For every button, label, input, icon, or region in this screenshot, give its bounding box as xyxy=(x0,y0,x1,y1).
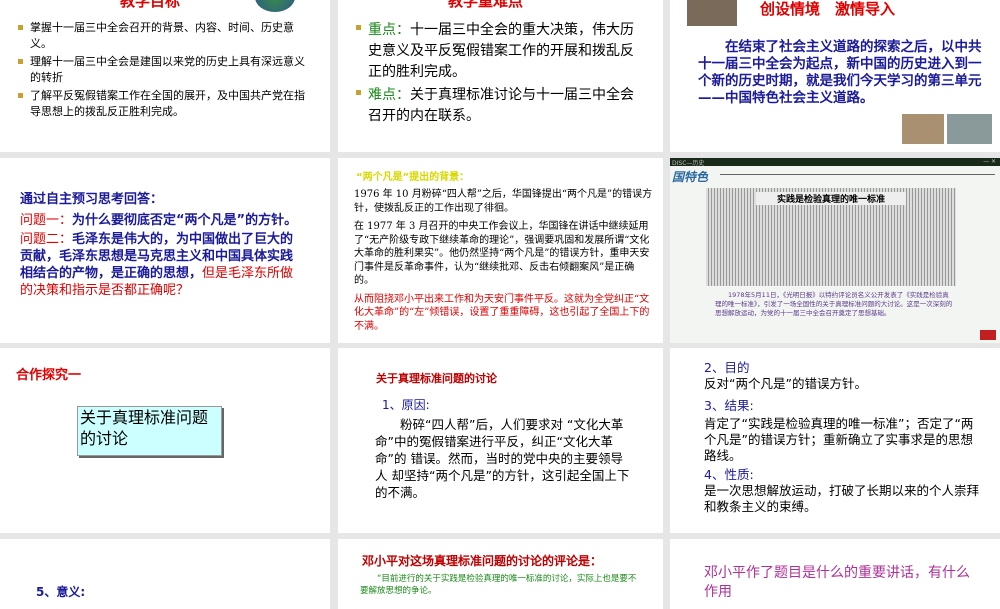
text: 是一次思想解放运动，打破了长期以来的个人崇拜和教条主义的束缚。 xyxy=(704,483,980,514)
bullet-item: 重点：十一届三中全会的重大决策，伟大历史意义及平反冤假错案工作的开展和拨乱反正的… xyxy=(356,20,646,83)
bullet-item: 掌握十一届三中全会召开的背景、内容、时间、历史意义。 xyxy=(18,20,308,52)
slide-thumbnail-8[interactable]: 关于真理标准问题的讨论 1、原因: 粉碎“四人帮”后，人们要求对 “文化大革命”… xyxy=(338,348,663,533)
subheading: 4、性质: xyxy=(704,467,754,482)
banner: 国特色 xyxy=(672,170,709,184)
paragraph: 1976 年 10 月粉碎“四人帮”之后，华国锋提出“两个凡是”的错误方针，使拨… xyxy=(354,189,653,214)
slide-title: 教学目标 xyxy=(120,0,181,10)
slide-thumbnail-7[interactable]: 合作探究一 关于真理标准问题的讨论 xyxy=(0,348,330,533)
slide-thumbnail-11[interactable]: 邓小平对这场真理标准问题的讨论的评论是： “目前进行的关于实践是检验真理的唯一标… xyxy=(338,539,663,609)
photo xyxy=(902,114,944,144)
paragraph: 在 1977 年 3 月召开的中央工作会议上，华国锋在讲话中继续延用了“无产阶级… xyxy=(354,221,650,286)
intro-text: 在结束了社会主义道路的探索之后，以中共十一届三中全会为起点，新中国的历史进入到一… xyxy=(698,39,982,106)
next-arrow-icon[interactable] xyxy=(980,330,996,340)
subheading: 2、目的 xyxy=(704,360,750,375)
bullet-item: 理解十一届三中全会是建国以来党的历史上具有深远意义的转折 xyxy=(18,54,308,86)
text: 肯定了“实践是检验真理的唯一标准”；否定了“两个凡是”的错误方针；重新确立了实事… xyxy=(704,416,974,463)
headline: 实践是检验真理的唯一标准 xyxy=(756,192,906,205)
slide-thumbnail-12[interactable]: 邓小平作了题目是什么的重要讲话，有什么作用 xyxy=(670,539,1000,609)
slide-title: “两个凡是”提出的背景： xyxy=(356,172,470,183)
slide-title: 关于真理标准问题的讨论 xyxy=(376,372,497,385)
slide-title: 创设情境 激情导入 xyxy=(760,0,896,18)
slide-thumbnail-6[interactable]: DISC—历史 — ✕ 国特色 实践是检验真理的唯一标准 1978年5月11日，《… xyxy=(670,158,1000,343)
body-text: 粉碎“四人帮”后，人们要求对 “文化大革命”中的冤假错案进行平反，纠正“文化大革… xyxy=(375,417,630,500)
quote: “目前进行的关于实践是检验真理的唯一标准的讨论，实际上也是要不要解放思想的争论。 xyxy=(360,574,637,596)
paragraph: 从而阻挠邓小平出来工作和为天安门事件平反。这就为全党纠正“文化大革命”的“左”倾… xyxy=(354,293,650,332)
window-titlebar: DISC—历史 — ✕ xyxy=(670,158,1000,167)
caption: 1978年5月11日，《光明日报》以特约评论员名义公开发表了《实践是检验真理的唯… xyxy=(715,291,953,317)
slide-thumbnail-3[interactable]: 创设情境 激情导入 在结束了社会主义道路的探索之后，以中共十一届三中全会为起点，… xyxy=(670,0,1000,152)
photo xyxy=(947,114,992,144)
subheading: 1、原因: xyxy=(382,398,430,412)
portrait-photo xyxy=(687,0,737,26)
slide-thumbnail-9[interactable]: 2、目的 反对“两个凡是”的错误方针。 3、结果: 肯定了“实践是检验真理的唯一… xyxy=(670,348,1000,533)
slide-thumbnail-5[interactable]: “两个凡是”提出的背景： 1976 年 10 月粉碎“四人帮”之后，华国锋提出“… xyxy=(338,158,663,343)
slide-title: 教学重难点 xyxy=(448,0,524,10)
heading: 通过自主预习思考回答： xyxy=(20,192,164,207)
slide-title: 邓小平对这场真理标准问题的讨论的评论是： xyxy=(362,554,603,568)
question: 为什么要彻底否定“两个凡是”的方针。 xyxy=(72,213,298,228)
bullet-item: 难点：关于真理标准讨论与十一届三中全会召开的内在联系。 xyxy=(356,85,646,127)
globe-image xyxy=(255,0,295,12)
newspaper-image: 实践是检验真理的唯一标准 xyxy=(706,188,956,286)
subheading: 3、结果: xyxy=(704,398,754,413)
label: 重点： xyxy=(368,22,410,38)
label: 问题二： xyxy=(20,232,73,247)
slide-thumbnail-1[interactable]: 教学目标 掌握十一届三中全会召开的背景、内容、时间、历史意义。 理解十一届三中全… xyxy=(0,0,330,152)
label: 问题一： xyxy=(20,213,73,228)
bullet-item: 了解平反冤假错案工作在全国的展开，及中国共产党在指导思想上的拨乱反正胜利完成。 xyxy=(18,88,308,120)
slide-thumbnail-2[interactable]: 教学重难点 重点：十一届三中全会的重大决策，伟大历史意义及平反冤假错案工作的开展… xyxy=(338,0,663,152)
slide-thumbnail-10[interactable]: 5、意义: xyxy=(0,539,330,609)
close-icon[interactable]: — ✕ xyxy=(983,158,996,165)
text: 反对“两个凡是”的错误方针。 xyxy=(704,376,867,391)
question-text: 邓小平作了题目是什么的重要讲话，有什么作用 xyxy=(704,565,970,600)
window-title: DISC—历史 xyxy=(672,160,705,167)
slide-title: 合作探究一 xyxy=(16,368,82,383)
slide-thumbnail-4[interactable]: 通过自主预习思考回答： 问题一：为什么要彻底否定“两个凡是”的方针。 问题二：毛… xyxy=(0,158,330,343)
topic-box: 关于真理标准问题的讨论 xyxy=(77,406,222,456)
label: 难点： xyxy=(368,87,410,103)
heading: 5、意义: xyxy=(36,585,86,599)
